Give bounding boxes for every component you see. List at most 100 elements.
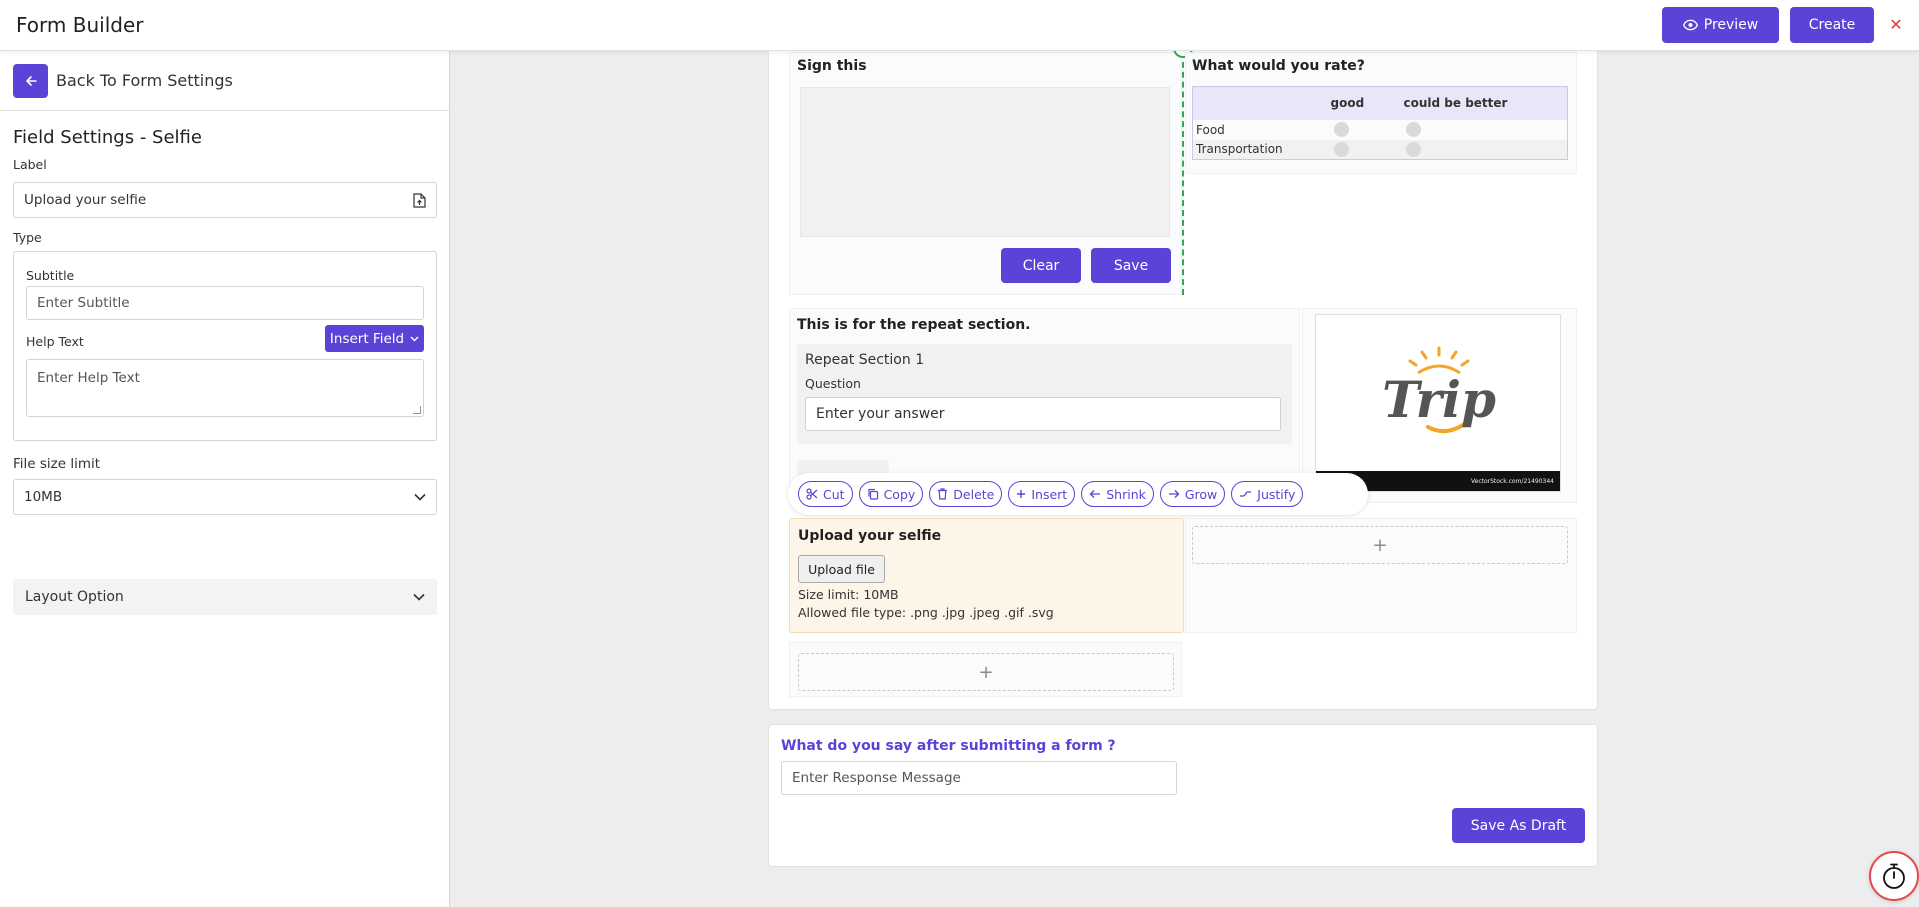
trip-logo-image: Trip VectorStock.com/21490344 [1315,314,1561,492]
delete-label: Delete [953,486,995,502]
rating-radio[interactable] [1333,122,1349,137]
repeat-answer-input[interactable]: Enter your answer [805,397,1281,431]
clear-signature-button[interactable]: Clear [1001,248,1081,283]
cut-button[interactable]: Cut [798,481,853,507]
layout-option-label: Layout Option [25,589,124,605]
delete-button[interactable]: Delete [929,481,1003,507]
field-settings-sidebar: Back To Form Settings Field Settings - S… [0,51,450,907]
shrink-button[interactable]: Shrink [1081,481,1154,507]
rating-header-row: good could be better [1192,86,1568,120]
save-signature-button[interactable]: Save [1091,248,1171,283]
field-action-toolbar: Cut Copy Delete Insert Shrink Grow Justi… [788,473,1368,515]
shrink-label: Shrink [1106,486,1146,502]
rating-radio[interactable] [1405,141,1421,157]
repeat-section-1: Repeat Section 1 Question Enter your ans… [797,344,1292,444]
response-question: What do you say after submitting a form … [781,738,1116,754]
insert-button[interactable]: Insert [1008,481,1076,507]
add-row-dropzone[interactable]: + [798,653,1174,691]
signature-pad[interactable] [800,87,1170,237]
upload-selfie-field[interactable]: Upload your selfie Upload file Size limi… [789,518,1184,633]
help-text-placeholder: Enter Help Text [37,370,140,386]
add-field-dropzone[interactable]: + [1192,526,1568,564]
cut-label: Cut [823,486,845,502]
grow-button[interactable]: Grow [1159,481,1226,507]
chevron-down-icon [413,593,425,601]
rating-row-label: Food [1196,122,1225,137]
plus-icon [1017,490,1026,498]
back-label[interactable]: Back To Form Settings [56,71,233,90]
subtitle-input[interactable]: Enter Subtitle [26,286,424,320]
copy-button[interactable]: Copy [858,481,924,507]
back-row: Back To Form Settings [0,51,449,111]
chevron-down-icon [410,336,419,341]
rating-cell [1403,139,1568,160]
size-limit-text: Size limit: 10MB [798,587,899,602]
copy-label: Copy [883,486,916,502]
label-value: Upload your selfie [24,192,147,208]
justify-button[interactable]: Justify [1231,481,1304,507]
resize-grip-icon[interactable] [413,406,421,414]
type-caption: Type [13,230,42,245]
file-size-caption: File size limit [13,456,101,472]
layout-option-accordion[interactable]: Layout Option [13,579,437,615]
rating-cell [1331,120,1404,140]
help-text-input[interactable]: Enter Help Text [26,359,424,417]
repeat-section-title: This is for the repeat section. [797,317,1031,333]
rating-column-header: could be better [1403,86,1568,120]
repeat-question-label: Question [805,376,861,391]
timer-button[interactable] [1869,851,1919,901]
rating-header-blank [1192,86,1331,120]
file-size-value: 10MB [24,489,63,505]
image-caption: VectorStock.com/21490344 [1470,477,1554,485]
stopwatch-icon [1883,863,1905,889]
insert-label: Insert [1031,486,1068,502]
upload-field-title: Upload your selfie [798,528,942,544]
rating-cell [1404,120,1568,140]
label-caption: Label [13,157,47,172]
field-settings-title: Field Settings - Selfie [13,127,202,148]
column-resize-guide[interactable] [1182,52,1184,295]
grow-label: Grow [1184,486,1218,502]
logo-text: Trip [1382,370,1496,429]
insert-field-button[interactable]: Insert Field [325,325,424,352]
sun-rays-icon: Trip [1382,346,1496,434]
copy-icon [867,488,878,500]
label-field[interactable]: Upload your selfie [13,182,437,218]
trash-icon [938,488,948,500]
signature-title: Sign this [797,58,867,74]
rating-column-header: good [1330,86,1404,120]
repeat-section-label: Repeat Section 1 [805,352,925,368]
preview-label: Preview [1703,17,1759,33]
app-title: Form Builder [16,13,144,37]
create-button[interactable]: Create [1790,7,1874,43]
arrow-right-icon [1168,490,1180,498]
rating-radio[interactable] [1333,141,1349,157]
rating-row: Transportation [1192,139,1568,160]
save-as-draft-button[interactable]: Save As Draft [1452,808,1585,843]
rating-matrix: good could be better Food Transportation [1192,86,1568,160]
plus-icon: + [978,661,994,683]
insert-field-label: Insert Field [329,330,405,347]
back-button[interactable] [13,64,48,98]
rating-title: What would you rate? [1192,58,1365,74]
chevron-down-icon [414,493,426,501]
arrow-left-icon [1089,490,1101,498]
scissors-icon [806,488,818,500]
rating-radio[interactable] [1405,122,1421,137]
rating-row-label: Transportation [1192,139,1331,160]
allowed-types-text: Allowed file type: .png .jpg .jpeg .gif … [798,605,1054,620]
file-upload-icon [413,192,426,208]
upload-file-button[interactable]: Upload file [798,555,885,583]
close-icon[interactable]: ✕ [1884,12,1908,36]
subtitle-caption: Subtitle [26,268,75,283]
preview-button[interactable]: Preview [1662,7,1779,43]
arrow-left-icon [25,76,37,86]
response-message-input[interactable]: Enter Response Message [781,761,1177,795]
plus-icon: + [1372,534,1388,556]
eye-icon [1682,19,1698,31]
justify-icon [1240,491,1252,497]
top-bar: Form Builder Preview Create ✕ [0,0,1919,51]
rating-cell [1330,139,1404,160]
file-size-select[interactable]: 10MB [13,479,437,515]
rating-row: Food [1193,120,1568,140]
